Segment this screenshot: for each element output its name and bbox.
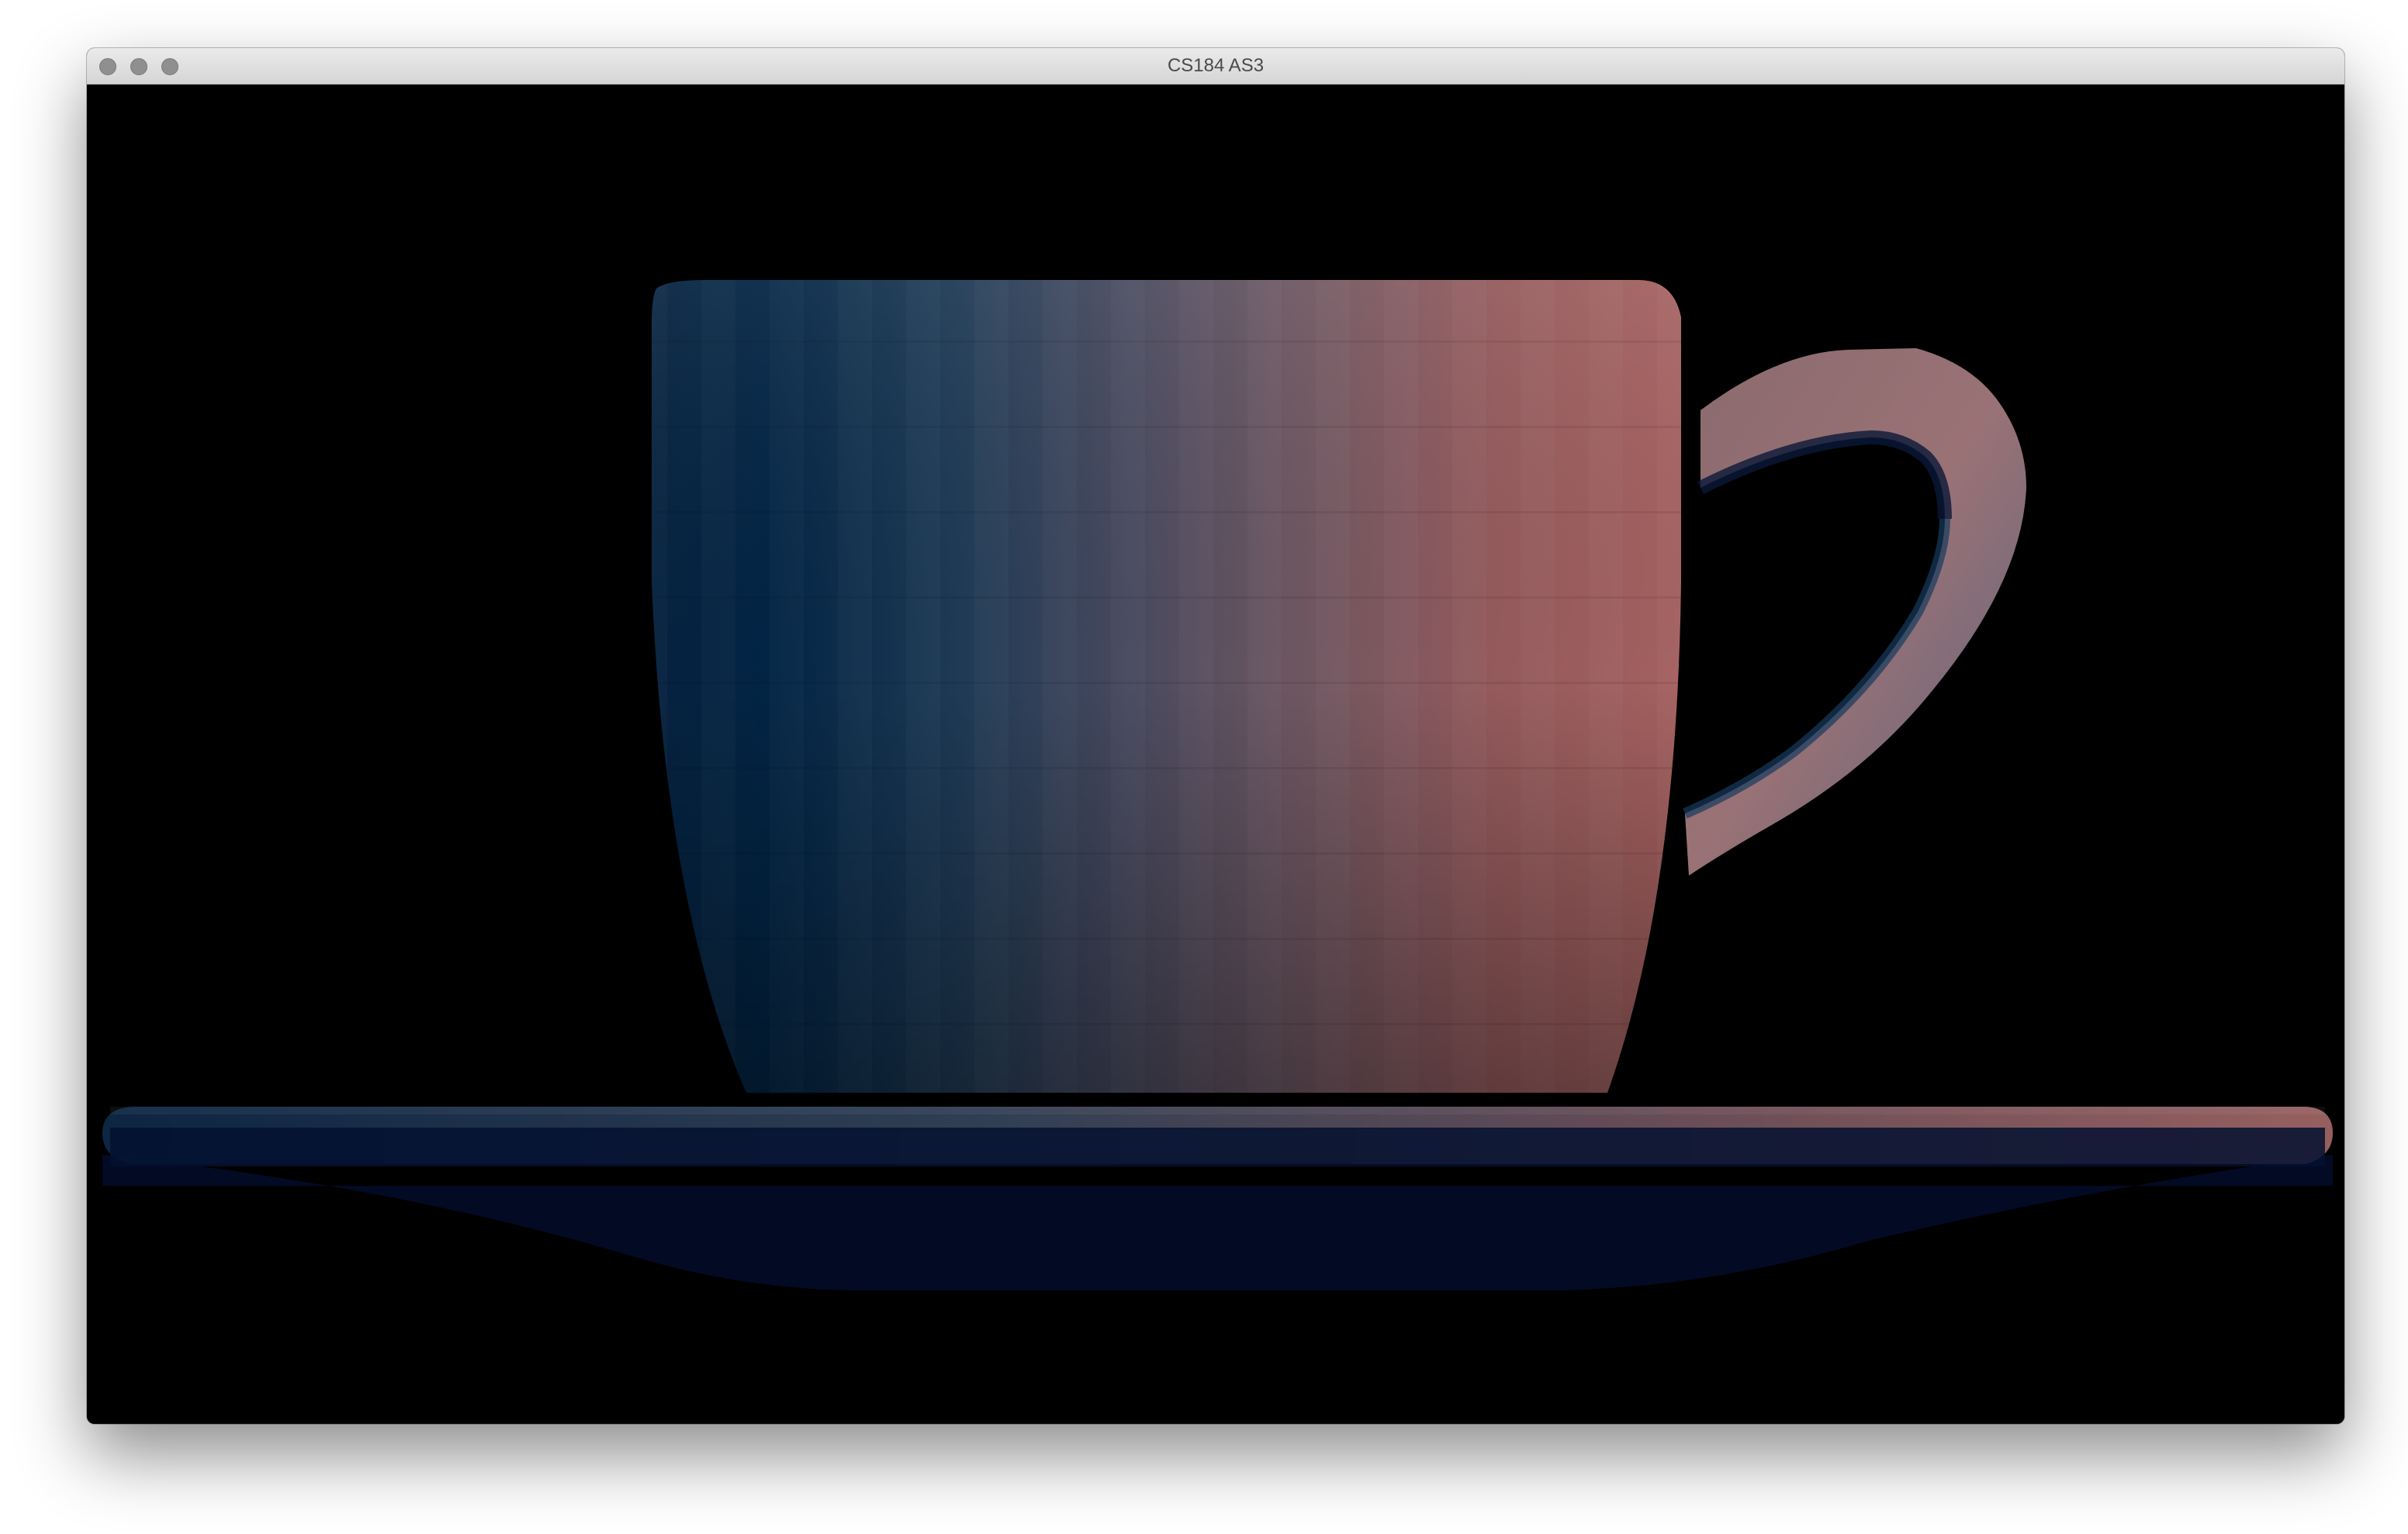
render-viewport[interactable] bbox=[87, 85, 2344, 1424]
saucer-rim bbox=[102, 1107, 2333, 1166]
saucer-underside bbox=[102, 1155, 2333, 1290]
title-bar[interactable]: CS184 AS3 bbox=[87, 48, 2344, 85]
window-title: CS184 AS3 bbox=[1167, 55, 1265, 76]
app-window: CS184 AS3 bbox=[87, 48, 2344, 1424]
cup-handle bbox=[1683, 348, 2026, 876]
cup-body bbox=[652, 280, 1681, 1093]
teacup-render bbox=[102, 280, 2333, 1290]
